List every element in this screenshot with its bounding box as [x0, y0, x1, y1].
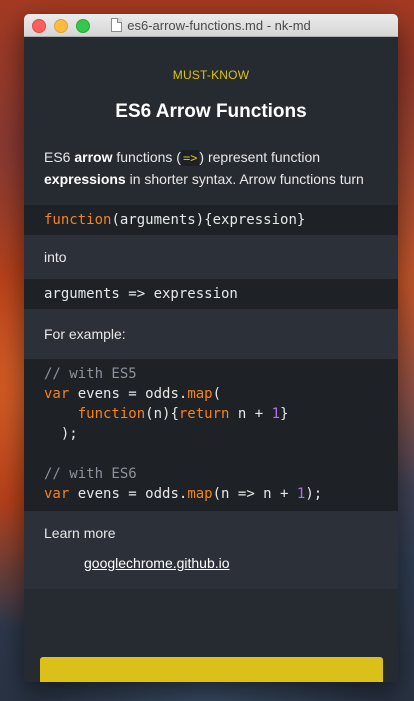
inline-code-arrow: => [180, 150, 200, 166]
code-text: (arguments){expression} [111, 212, 306, 228]
code-text: (n){ [145, 406, 179, 422]
title-bar[interactable]: es6-arrow-functions.md - nk-md [24, 14, 398, 37]
maximize-window-button[interactable] [76, 19, 90, 33]
code-text: (n => n + [212, 486, 297, 502]
close-window-button[interactable] [32, 19, 46, 33]
code-block-example: // with ES5 var evens = odds.map( functi… [24, 359, 398, 511]
card-tag: MUST-KNOW [172, 68, 250, 82]
code-number: 1 [271, 406, 281, 422]
document-icon [111, 18, 123, 32]
intro-paragraph: ES6 arrow functions (=>) represent funct… [24, 147, 398, 190]
code-keyword: var [44, 386, 70, 402]
intro-text-2: functions ( [112, 149, 181, 165]
code-text: ( [212, 386, 222, 402]
window-title-label: es6-arrow-functions.md - nk-md [127, 17, 311, 33]
learn-more-link[interactable]: googlechrome.github.io [24, 541, 398, 589]
code-function: map [187, 386, 213, 402]
minimize-window-button[interactable] [54, 19, 68, 33]
example-band: For example: [24, 309, 398, 359]
code-keyword: var [44, 486, 70, 502]
code-text: ); [44, 426, 78, 442]
primary-action-button[interactable] [40, 657, 383, 682]
code-block-arrow: arguments => expression [24, 279, 398, 309]
intro-bold-expressions: expressions [44, 171, 126, 187]
code-text: n + [229, 406, 272, 422]
code-keyword: function [77, 406, 146, 422]
code-text: evens = odds. [69, 386, 188, 402]
code-text: } [280, 406, 289, 422]
code-function: map [187, 486, 213, 502]
code-text: ); [305, 486, 323, 502]
window-title: es6-arrow-functions.md - nk-md [111, 18, 311, 33]
code-block-function: function(arguments){expression} [24, 205, 398, 235]
intro-text-4: in shorter syntax. Arrow functions turn [125, 171, 364, 187]
into-band: into [24, 235, 398, 279]
into-label: into [44, 249, 67, 265]
card-content: MUST-KNOW ES6 Arrow Functions ES6 arrow … [24, 68, 398, 589]
learn-more-section: Learn more googlechrome.github.io [24, 521, 398, 589]
window-controls [32, 19, 90, 33]
intro-text-3: ) represent function [199, 149, 321, 165]
code-comment: // with ES5 [44, 366, 137, 382]
code-comment: // with ES6 [44, 466, 137, 482]
code-text: evens = odds. [69, 486, 188, 502]
code-text: arguments => expression [44, 286, 238, 302]
intro-bold-arrow: arrow [74, 149, 113, 165]
example-label: For example: [44, 326, 126, 342]
learn-more-label: Learn more [44, 525, 116, 541]
intro-text-1: ES6 [44, 149, 75, 165]
app-window: es6-arrow-functions.md - nk-md MUST-KNOW… [24, 14, 398, 682]
card-title: ES6 Arrow Functions [115, 101, 307, 122]
code-keyword: return [178, 406, 230, 422]
code-keyword: function [44, 212, 112, 228]
spacer [24, 511, 398, 521]
